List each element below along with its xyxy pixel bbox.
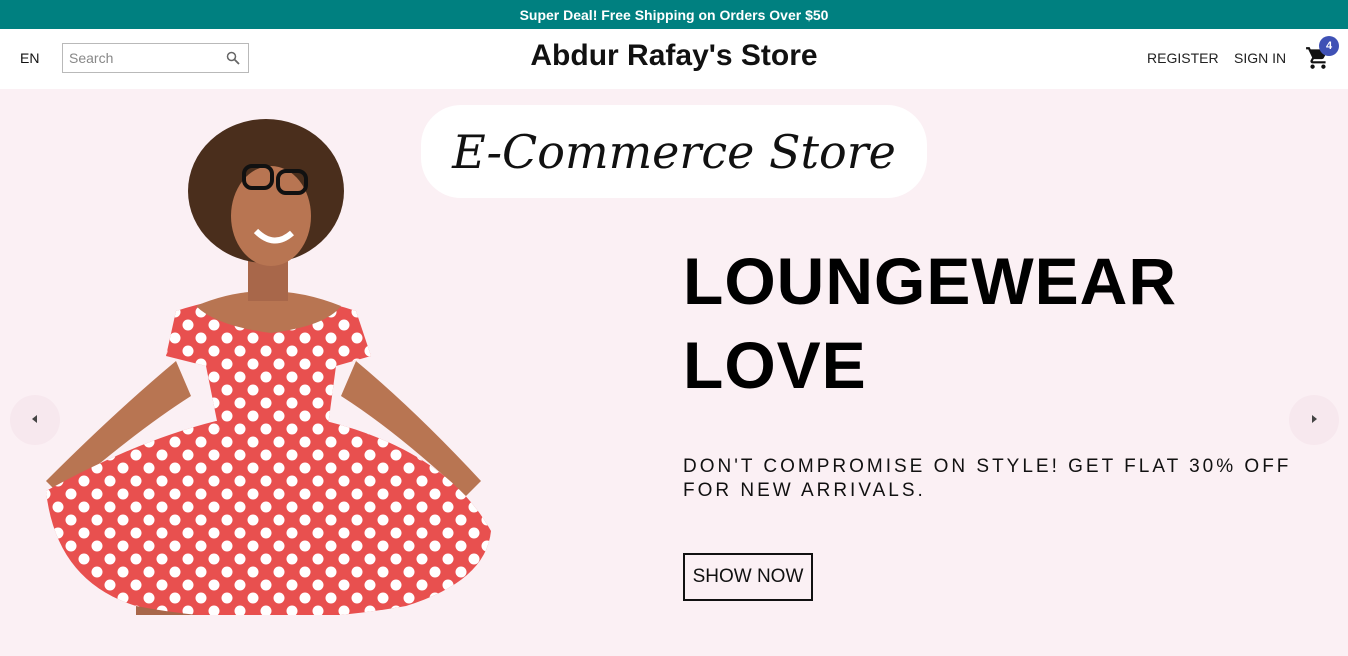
announcement-bar: Super Deal! Free Shipping on Orders Over… [0,0,1348,29]
sign-in-link[interactable]: SIGN IN [1234,50,1286,66]
announcement-text: Super Deal! Free Shipping on Orders Over… [519,6,829,23]
model-image [46,119,491,615]
headline-line-1: LOUNGEWEAR [683,244,1177,318]
register-link[interactable]: REGISTER [1147,50,1219,66]
arrow-right-icon [1309,411,1319,429]
store-logo[interactable]: Abdur Rafay's Store [530,39,817,72]
slider-next-button[interactable] [1289,395,1339,445]
banner-text: E-Commerce Store [452,124,896,179]
hero-headline: LOUNGEWEAR LOVE [683,239,1283,407]
headline-line-2: LOVE [683,328,867,402]
language-selector[interactable]: EN [20,50,39,66]
navbar: EN Abdur Rafay's Store REGISTER SIGN IN … [0,29,1348,89]
cart-count-badge: 4 [1319,36,1339,56]
search-container [62,43,249,73]
hero-subtitle: DON'T COMPROMISE ON STYLE! GET FLAT 30% … [683,456,1292,501]
show-now-button[interactable]: SHOW NOW [683,553,813,601]
search-icon[interactable] [226,51,240,65]
hero-slider: E-Commerce Store LOUNGEWEAR LOVE DON'T C… [0,89,1348,656]
search-input[interactable] [69,45,224,71]
store-banner: E-Commerce Store [421,105,927,198]
